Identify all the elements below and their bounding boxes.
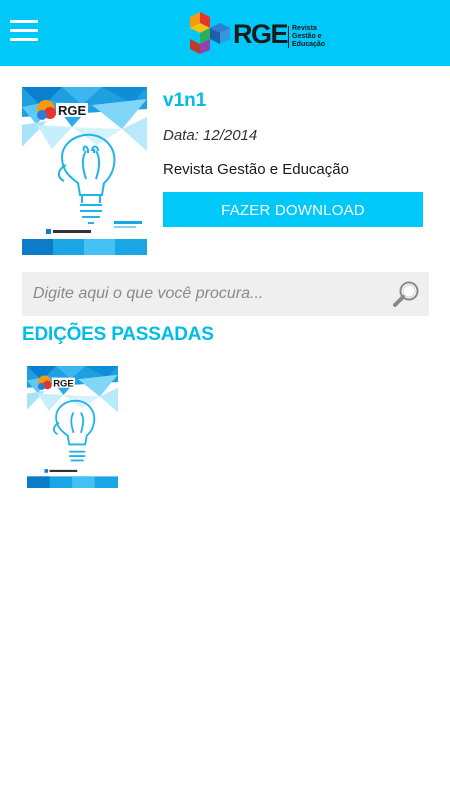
menu-line (10, 29, 38, 32)
search-input[interactable] (22, 272, 382, 316)
logo-divider (288, 26, 289, 48)
download-button[interactable]: FAZER DOWNLOAD (163, 192, 423, 227)
hamburger-menu-icon[interactable] (10, 20, 40, 42)
logo-subtitle: Revista Gestão e Educação (292, 25, 326, 48)
top-bar: RGE Revista Gestão e Educação (0, 0, 450, 66)
logo-wordmark: RGE (233, 19, 289, 49)
past-editions-heading: EDIÇÕES PASSADAS (22, 324, 214, 345)
svg-text:RGE: RGE (58, 103, 87, 118)
svg-text:RGE: RGE (53, 378, 73, 389)
magazine-cover-image: RGE (27, 366, 118, 488)
magazine-cover-image: RGE (22, 87, 147, 255)
current-issue-cover[interactable]: RGE (22, 87, 147, 255)
app-root: RGE Revista Gestão e Educação RGE v1n1 D… (0, 0, 450, 800)
search-icon[interactable] (391, 279, 421, 309)
menu-line (10, 20, 38, 23)
menu-line (10, 38, 38, 41)
app-logo: RGE Revista Gestão e Educação (188, 10, 338, 56)
cube-logo-icon (190, 12, 230, 54)
search-bar (22, 272, 429, 316)
issue-title: v1n1 (163, 90, 207, 111)
past-edition-cover[interactable]: RGE (27, 366, 118, 488)
issue-journal-name: Revista Gestão e Educação (163, 161, 349, 178)
issue-date: Data: 12/2014 (163, 127, 258, 144)
